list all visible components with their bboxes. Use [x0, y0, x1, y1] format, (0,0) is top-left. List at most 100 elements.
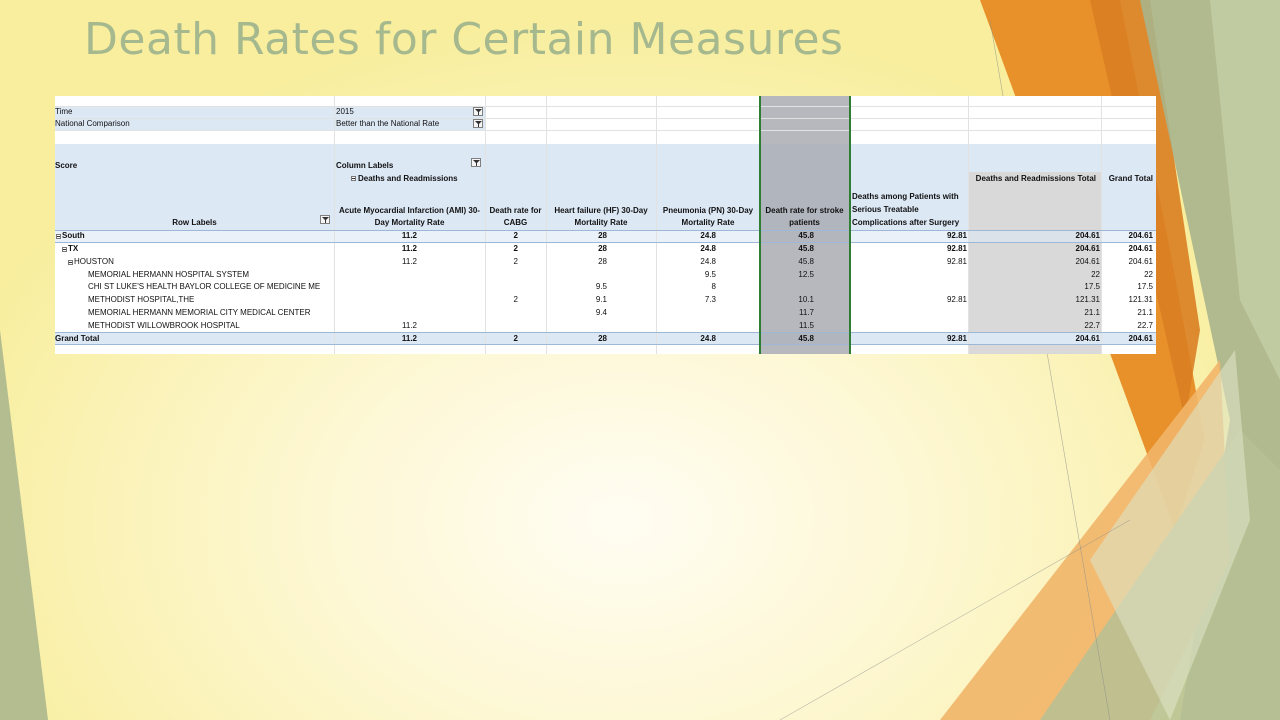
- cell-grand-total: 204.61: [1128, 256, 1153, 266]
- cell-pn: 8: [711, 282, 716, 292]
- filter-time-label: Time: [55, 107, 73, 116]
- header-cabg-line1: Death rate for: [489, 206, 542, 215]
- filter-time-value: 2015: [336, 107, 354, 116]
- cell-group-total: 22: [1091, 269, 1100, 279]
- slide-title: Death Rates for Certain Measures: [84, 14, 844, 65]
- cell-pn: 7.3: [704, 295, 716, 305]
- cell-stroke: 10.1: [798, 295, 814, 305]
- cell-pn: 24.8: [700, 333, 716, 343]
- cell-group-total: 204.61: [1075, 243, 1100, 253]
- cell-cabg: 2: [513, 243, 518, 253]
- cell-group-total: 21.1: [1084, 308, 1100, 318]
- header-surgery-line1: Deaths among Patients with: [852, 192, 959, 201]
- header-hf-line2: Mortality Rate: [574, 218, 628, 227]
- cell-stroke: 45.8: [798, 243, 814, 253]
- cell-ami: 11.2: [402, 320, 417, 330]
- row-label: MEMORIAL HERMANN MEMORIAL CITY MEDICAL C…: [88, 308, 311, 318]
- cell-cabg: 2: [513, 295, 518, 305]
- cell-surgery: 92.81: [946, 231, 967, 240]
- collapse-group-icon[interactable]: [351, 176, 356, 181]
- cell-cabg: 2: [513, 333, 518, 343]
- row-labels-filter-icon[interactable]: [320, 215, 330, 224]
- cell-pn: 9.5: [704, 269, 716, 279]
- cell-grand-total: 204.61: [1128, 243, 1153, 253]
- gridline: [55, 118, 1156, 119]
- cell-ami: 11.2: [401, 231, 417, 240]
- header-surgery-line2: Serious Treatable: [852, 205, 919, 214]
- cell-grand-total: 121.31: [1128, 295, 1153, 305]
- gridline: [55, 242, 1156, 243]
- collapse-row-icon[interactable]: [56, 234, 61, 239]
- values-label: Score: [55, 161, 78, 170]
- filter-comparison-label: National Comparison: [55, 119, 130, 128]
- cell-group-total: 121.31: [1075, 295, 1100, 305]
- header-hf-line1: Heart failure (HF) 30-Day: [554, 206, 648, 215]
- row-label: South: [62, 231, 85, 240]
- collapse-row-icon[interactable]: [68, 259, 73, 265]
- cell-stroke: 45.8: [798, 333, 814, 343]
- cell-ami: 11.2: [401, 243, 417, 253]
- cell-surgery: 92.81: [946, 256, 967, 266]
- cell-group-total: 17.5: [1084, 282, 1100, 292]
- header-cabg-line2: CABG: [503, 218, 528, 227]
- cell-hf: 9.1: [595, 295, 607, 305]
- header-pn-line2: Mortality Rate: [681, 218, 735, 227]
- filter-comparison-dropdown-icon[interactable]: [473, 119, 483, 128]
- cell-grand-total: 22.7: [1137, 320, 1153, 330]
- cell-pn: 24.8: [700, 256, 716, 266]
- row-label: METHODIST WILLOWBROOK HOSPITAL: [88, 320, 240, 330]
- column-labels: Column Labels: [336, 161, 394, 170]
- gridline: [55, 130, 1156, 131]
- cell-pn: 24.8: [700, 231, 716, 240]
- group-label: Deaths and Readmissions: [358, 174, 458, 183]
- cell-stroke: 11.7: [799, 308, 814, 318]
- collapse-row-icon[interactable]: [62, 246, 67, 252]
- header-grand-total: Grand Total: [1108, 174, 1153, 183]
- header-stroke-line1: Death rate for stroke: [765, 206, 844, 215]
- filter-time-dropdown-icon[interactable]: [473, 107, 483, 116]
- row-label: HOUSTON: [74, 256, 114, 266]
- cell-surgery: 92.81: [946, 295, 967, 305]
- cell-stroke: 12.5: [798, 269, 814, 279]
- header-row-labels: Row Labels: [172, 218, 217, 227]
- pivot-table: Time 2015 National Comparison Better tha…: [55, 96, 1156, 354]
- column-labels-filter-icon[interactable]: [471, 158, 481, 167]
- cell-ami: 11.2: [401, 333, 417, 343]
- left-green-wedge: [0, 330, 48, 720]
- row-label: TX: [68, 243, 79, 253]
- header-ami-line2: Day Mortality Rate: [374, 218, 445, 227]
- cell-grand-total: 204.61: [1128, 231, 1153, 240]
- gridline: [968, 96, 969, 354]
- cell-group-total: 204.61: [1075, 333, 1100, 343]
- header-stroke-line2: patients: [789, 218, 820, 227]
- cell-hf: 28: [598, 231, 607, 240]
- cell-stroke: 11.5: [799, 320, 814, 330]
- row-label: MEMORIAL HERMANN HOSPITAL SYSTEM: [88, 269, 250, 279]
- cell-grand-total: 17.5: [1137, 282, 1153, 292]
- row-label: CHI ST LUKE'S HEALTH BAYLOR COLLEGE OF M…: [88, 282, 321, 292]
- cell-ami: 11.2: [402, 256, 417, 266]
- cell-group-total: 204.61: [1075, 256, 1100, 266]
- gridline: [55, 344, 1156, 345]
- cell-group-total: 22.7: [1084, 320, 1100, 330]
- cell-hf: 28: [598, 333, 607, 343]
- cell-grand-total: 21.1: [1137, 308, 1153, 318]
- gridline: [55, 106, 1156, 107]
- row-label: Grand Total: [55, 333, 100, 343]
- cell-cabg: 2: [513, 231, 518, 240]
- header-ami-line1: Acute Myocardial Infarction (AMI) 30-: [339, 206, 480, 215]
- header-group-total: Deaths and Readmissions Total: [975, 174, 1096, 183]
- cell-surgery: 92.81: [946, 333, 967, 343]
- selection-border-right: [849, 96, 851, 354]
- cell-stroke: 45.8: [798, 231, 814, 240]
- cell-grand-total: 22: [1144, 269, 1153, 279]
- cell-group-total: 204.61: [1075, 231, 1100, 240]
- header-pn-line1: Pneumonia (PN) 30-Day: [662, 206, 754, 215]
- cell-surgery: 92.81: [946, 243, 967, 253]
- header-surgery-line3: Complications after Surgery: [852, 218, 960, 227]
- cell-hf: 28: [598, 243, 607, 253]
- filter-comparison-value: Better than the National Rate: [336, 119, 440, 128]
- cell-cabg: 2: [513, 256, 518, 266]
- cell-hf: 9.4: [595, 308, 607, 318]
- cell-grand-total: 204.61: [1128, 333, 1153, 343]
